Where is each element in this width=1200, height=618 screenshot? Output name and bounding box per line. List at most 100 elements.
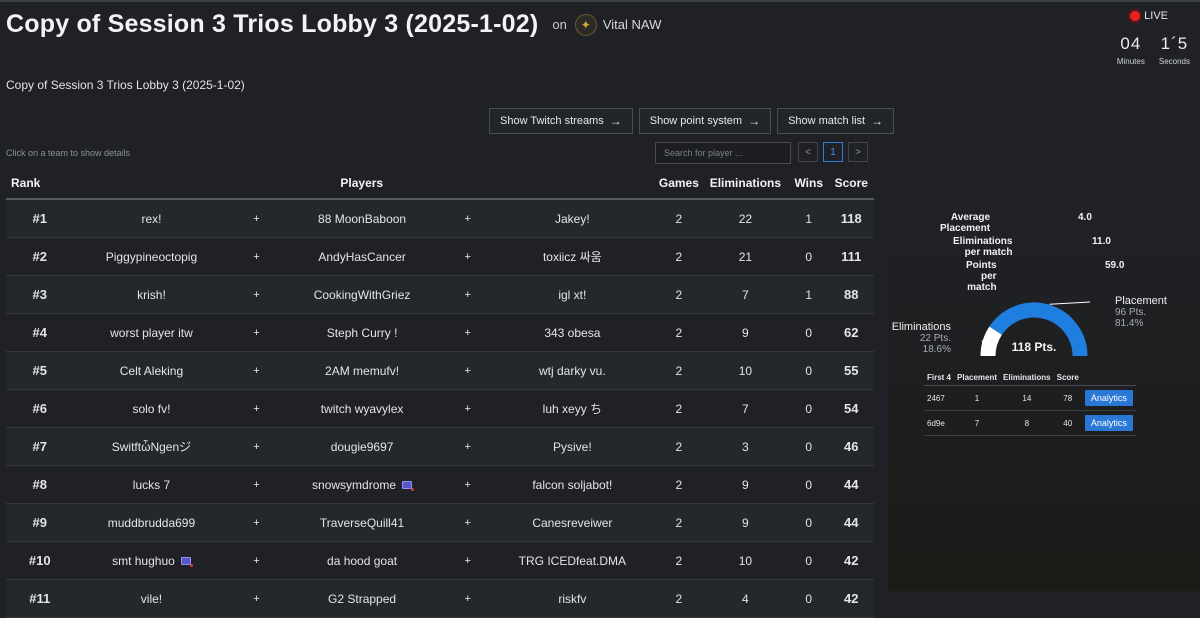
team-eliminations: 22	[738, 211, 753, 226]
player-separator-cell: +	[235, 237, 278, 276]
team-score: 42	[844, 553, 859, 568]
points-per-match-value: 59.0	[1105, 260, 1125, 271]
prev-page-button[interactable]: <	[798, 142, 818, 162]
eliminations-label-percent: 18.6%	[922, 344, 951, 355]
player-name: da hood goat	[327, 553, 398, 568]
team-wins-cell: 0	[788, 541, 829, 580]
rank-column-header: Rank	[6, 168, 68, 200]
next-page-button[interactable]: >	[848, 142, 868, 162]
player-name: TRG ICEDfeat.DMA	[518, 553, 627, 568]
team-score-cell: 44	[828, 465, 874, 504]
player-separator: +	[464, 478, 471, 491]
team-matches-table: First 4 Placement Eliminations Score 246…	[924, 369, 1136, 436]
player-name: Canesreveiwer	[532, 515, 613, 530]
team-wins: 0	[805, 591, 813, 606]
team-score: 44	[844, 477, 859, 492]
team-row[interactable]: #6 solo fv! + twitch wyavylex + luh xeyy ち 2 7 0…	[6, 389, 874, 428]
player-separator-cell: +	[446, 199, 489, 238]
show-match-list-button[interactable]: Show match list →	[777, 108, 895, 134]
match-row: 2467 1 14 78 Analytics	[924, 385, 1136, 411]
avg-placement-value: 4.0	[1078, 212, 1092, 223]
analytics-button[interactable]: Analytics	[1084, 415, 1133, 431]
team-games-cell: 2	[655, 541, 702, 580]
team-eliminations: 10	[738, 553, 753, 568]
team-rank-cell: #2	[6, 237, 68, 276]
team-score-cell: 42	[828, 541, 874, 580]
live-stream-icon[interactable]	[180, 557, 193, 568]
team-wins: 0	[805, 363, 813, 378]
team-rank-cell: #8	[6, 465, 68, 504]
team-games-cell: 2	[655, 465, 702, 504]
team-rank: #5	[32, 363, 47, 378]
player-separator: +	[253, 250, 260, 263]
team-games: 2	[675, 249, 683, 264]
player-separator: +	[253, 212, 260, 225]
team-row[interactable]: #11 vile! + G2 Strapped + riskfv 2 4 0 42	[6, 579, 874, 618]
wins-column-header: Wins	[788, 168, 829, 200]
team-games-cell: 2	[655, 579, 702, 618]
timer-seconds: 1´5 Seconds	[1159, 34, 1190, 66]
team-games-cell: 2	[655, 313, 702, 352]
seconds-value: 1´5	[1160, 34, 1189, 53]
player-name: igl xt!	[558, 287, 587, 302]
team-row[interactable]: #10 smt hughuo + da hood goat + TRG ICEDfeat.…	[6, 541, 874, 580]
player-separator-cell: +	[235, 465, 278, 504]
top-border	[0, 0, 1200, 2]
player-separator: +	[253, 326, 260, 339]
player-search-input[interactable]	[655, 142, 791, 164]
team-row[interactable]: #5 Celt Aleking +2AM memufv! + wtj darky vu.…	[6, 351, 874, 390]
seconds-label: Seconds	[1158, 57, 1190, 66]
match-action-column-header	[1081, 369, 1136, 386]
player-name-cell: SwitftὧNgenジ	[67, 427, 236, 466]
player-separator-cell: +	[446, 237, 489, 276]
gauge-total-points: 118 Pts.	[1011, 340, 1057, 354]
match-id: 2467	[924, 385, 955, 411]
player-separator-cell: +	[235, 351, 278, 390]
team-rank-cell: #6	[6, 389, 68, 428]
org-logo-icon[interactable]: ✦	[574, 13, 597, 36]
page-1-button[interactable]: 1	[823, 142, 843, 162]
team-row[interactable]: #1 rex! +88 MoonBaboon + Jakey! 2 22 1 118	[6, 199, 874, 238]
page-title: Copy of Session 3 Trios Lobby 3 (2025-1-…	[6, 10, 539, 38]
player-name-cell: luh xeyy ち	[488, 389, 656, 428]
team-rank: #11	[29, 591, 51, 606]
player-name: Celt Aleking	[119, 363, 184, 378]
team-row[interactable]: #9 muddbrudda699 + TraverseQuill41 + Canesrev…	[6, 503, 874, 542]
team-rank-cell: #7	[6, 427, 68, 466]
analytics-button[interactable]: Analytics	[1084, 390, 1133, 406]
player-separator-cell: +	[446, 275, 489, 314]
team-row[interactable]: #2 Piggypineoctopig + AndyHasCancer + toxiicz…	[6, 237, 874, 276]
player-name-cell: TraverseQuill41	[277, 503, 447, 542]
live-dot-icon	[1130, 11, 1141, 21]
team-row[interactable]: #4 worst player itw + Steph Curry ! +343 obe…	[6, 313, 874, 352]
team-score-cell: 55	[828, 351, 874, 390]
team-wins-cell: 0	[788, 313, 829, 352]
team-games-cell: 2	[655, 351, 702, 390]
player-name: wtj darky vu.	[539, 363, 606, 378]
player-separator-cell: +	[446, 503, 489, 542]
team-row[interactable]: #7 SwitftὧNgenジ + dougie9697 + Pysive! 2 3 0 46	[6, 427, 874, 466]
team-wins: 0	[805, 325, 813, 340]
minutes-value: 04	[1120, 34, 1142, 53]
team-row[interactable]: #3 krish! + CookingWithGriez + igl xt! 2 7 1 88	[6, 275, 874, 314]
show-twitch-streams-button[interactable]: Show Twitch streams →	[489, 108, 633, 134]
team-row[interactable]: #8 lucks 7 + snowsymdrome + falcon soljabot! 2…	[6, 465, 874, 504]
player-name: Jakey!	[555, 211, 590, 226]
timer-minutes: 04 Minutes	[1117, 34, 1145, 66]
show-point-system-button[interactable]: Show point system →	[638, 108, 772, 134]
team-rank-cell: #4	[6, 313, 68, 352]
player-separator-cell: +	[235, 503, 278, 542]
team-score-cell: 88	[828, 275, 874, 314]
match-placement: 1	[954, 385, 1001, 411]
gauge-eliminations-arc[interactable]	[980, 326, 1003, 357]
match-id-column-header: First 4	[924, 369, 955, 386]
team-score: 62	[844, 325, 859, 340]
live-stream-icon[interactable]	[402, 481, 415, 492]
player-separator-cell: +	[446, 313, 489, 352]
player-name-cell: muddbrudda699	[67, 503, 236, 542]
eliminations-label-points: 22 Pts.	[919, 333, 951, 344]
org-name-link[interactable]: Vital NAW	[603, 17, 662, 32]
standings-header-row: Rank Players Games Eliminations Wins Sco…	[6, 168, 874, 200]
team-eliminations-cell: 21	[701, 237, 789, 276]
player-separator-cell: +	[235, 541, 278, 580]
